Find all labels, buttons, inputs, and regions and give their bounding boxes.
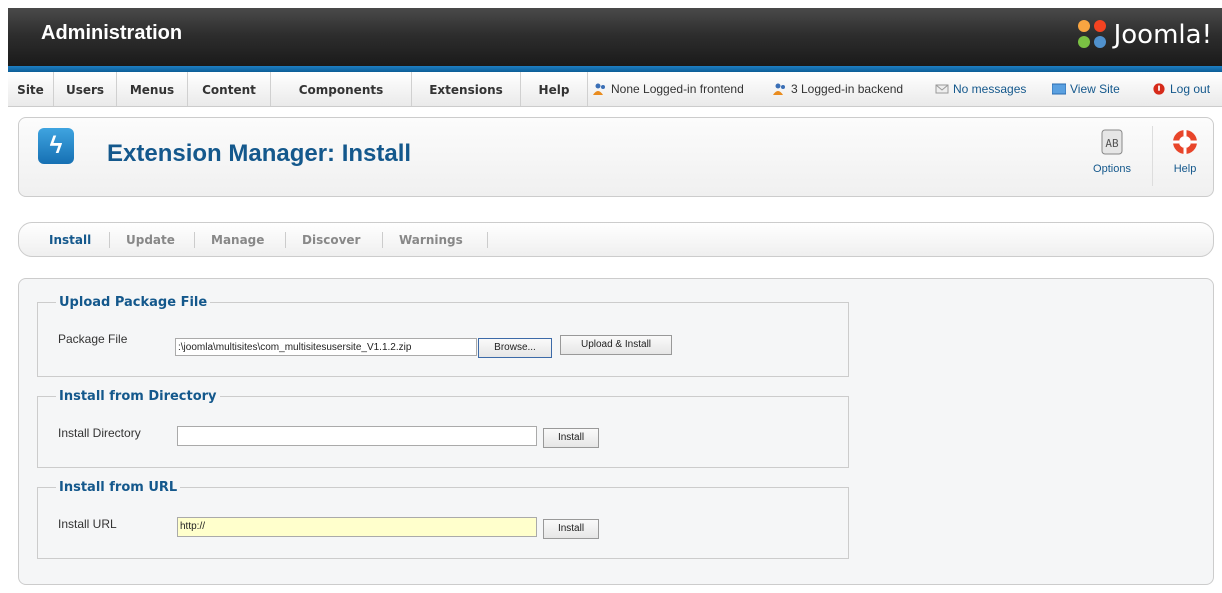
- menu-site[interactable]: Site: [8, 72, 54, 106]
- users-icon: [773, 83, 785, 95]
- menu-help[interactable]: Help: [521, 72, 588, 106]
- install-panel: Upload Package File Package File :\jooml…: [18, 278, 1214, 585]
- tab-divider: [194, 232, 195, 248]
- upload-install-button[interactable]: Upload & Install: [560, 335, 672, 355]
- install-directory-fieldset: Install from Directory Install Directory…: [37, 389, 849, 468]
- tab-update[interactable]: Update: [126, 223, 175, 256]
- submenu-tabs: Install Update Manage Discover Warnings: [18, 222, 1214, 257]
- page-title: Extension Manager: Install: [107, 140, 412, 167]
- install-url-legend: Install from URL: [59, 480, 178, 495]
- options-icon: AB: [1101, 129, 1123, 155]
- install-directory-button[interactable]: Install: [543, 428, 599, 448]
- toolbar-divider: [1152, 126, 1153, 186]
- lifebuoy-icon: [1173, 130, 1197, 154]
- messages-link[interactable]: No messages: [935, 72, 1026, 106]
- tab-divider: [382, 232, 383, 248]
- tab-discover[interactable]: Discover: [302, 223, 360, 256]
- install-directory-legend: Install from Directory: [59, 389, 217, 404]
- menu-components[interactable]: Components: [271, 72, 412, 106]
- upload-package-fieldset: Upload Package File Package File :\jooml…: [37, 295, 849, 377]
- tab-warnings[interactable]: Warnings: [399, 223, 463, 256]
- users-icon: [593, 83, 605, 95]
- install-url-fieldset: Install from URL Install URL http:// Ins…: [37, 480, 849, 559]
- window-icon: [1052, 83, 1066, 95]
- menu-users[interactable]: Users: [54, 72, 117, 106]
- install-url-input[interactable]: http://: [177, 517, 537, 537]
- toolbar-box: ϟ Extension Manager: Install AB Options …: [18, 117, 1214, 197]
- menu-content[interactable]: Content: [188, 72, 271, 106]
- admin-header: Administration Joomla!: [8, 8, 1222, 72]
- menu-menus[interactable]: Menus: [117, 72, 188, 106]
- tab-install[interactable]: Install: [49, 223, 91, 256]
- view-site-link[interactable]: View Site: [1052, 72, 1120, 106]
- joomla-logo[interactable]: Joomla!: [1077, 20, 1212, 50]
- help-button[interactable]: Help: [1162, 128, 1208, 175]
- power-icon: [1153, 83, 1165, 95]
- joomla-logo-text: Joomla!: [1113, 20, 1212, 50]
- joomla-logo-icon: [1077, 20, 1108, 50]
- frontend-status: None Logged-in frontend: [593, 72, 744, 106]
- install-directory-label: Install Directory: [58, 426, 141, 440]
- package-file-label: Package File: [58, 332, 128, 346]
- backend-status: 3 Logged-in backend: [773, 72, 903, 106]
- tab-divider: [109, 232, 110, 248]
- options-button[interactable]: AB Options: [1087, 128, 1137, 175]
- tab-divider: [285, 232, 286, 248]
- main-menu: Site Users Menus Content Components Exte…: [8, 72, 1222, 107]
- upload-package-legend: Upload Package File: [59, 295, 208, 310]
- extension-manager-icon: ϟ: [38, 128, 74, 164]
- tab-divider: [487, 232, 488, 248]
- logout-link[interactable]: Log out: [1152, 72, 1210, 106]
- admin-title: Administration: [41, 22, 183, 44]
- install-directory-input[interactable]: [177, 426, 537, 446]
- install-url-label: Install URL: [58, 517, 117, 531]
- mail-icon: [935, 84, 949, 94]
- package-file-input[interactable]: :\joomla\multisites\com_multisitesusersi…: [175, 338, 477, 356]
- browse-button[interactable]: Browse...: [478, 338, 552, 358]
- install-url-button[interactable]: Install: [543, 519, 599, 539]
- menu-extensions[interactable]: Extensions: [412, 72, 521, 106]
- tab-manage[interactable]: Manage: [211, 223, 264, 256]
- svg-text:AB: AB: [1105, 137, 1119, 150]
